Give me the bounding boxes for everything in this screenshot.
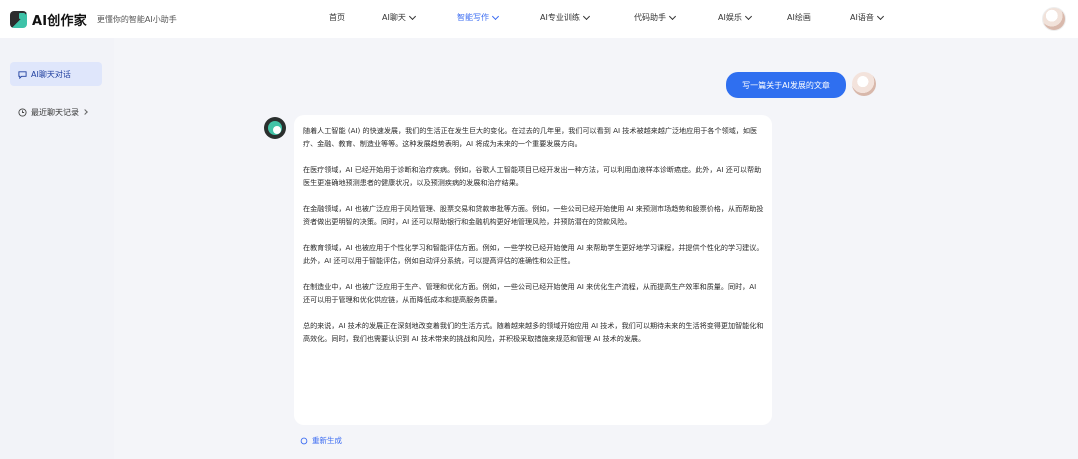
user-avatar[interactable]: [1042, 7, 1066, 31]
nav-label: AI绘画: [787, 13, 811, 22]
sidebar-item-ai-chat[interactable]: AI聊天对话: [10, 62, 102, 86]
sidebar-item-label: 最近聊天记录: [31, 107, 79, 117]
logo-slogan: 更懂你的智能AI小助手: [96, 14, 177, 24]
chevron-down-icon: [408, 12, 416, 21]
nav-ai-chat[interactable]: AI聊天: [382, 12, 416, 23]
sidebar-item-label: AI聊天对话: [31, 69, 71, 79]
nav-ai-training[interactable]: AI专业训练: [540, 12, 590, 23]
bot-paragraph: 在教育领域，AI 也被应用于个性化学习和智能评估方面。例如，一些学校已经开始使用…: [303, 243, 764, 265]
nav-label: AI娱乐: [718, 13, 742, 22]
nav-smart-writing[interactable]: 智能写作: [457, 12, 500, 23]
bot-paragraph: 总的来说，AI 技术的发展正在深刻地改变着我们的生活方式。随着越来越多的领域开始…: [303, 321, 764, 343]
user-message-text: 写一篇关于AI发展的文章: [742, 80, 830, 90]
chevron-down-icon: [582, 12, 590, 21]
bot-message-bubble: 随着人工智能 (AI) 的快速发展，我们的生活正在发生巨大的变化。在过去的几年里…: [294, 115, 772, 425]
regenerate-button[interactable]: 重新生成: [300, 435, 342, 446]
nav-code-assistant[interactable]: 代码助手: [634, 12, 677, 23]
nav-label: AI专业训练: [540, 13, 580, 22]
logo[interactable]: AI创作家 更懂你的智能AI小助手: [10, 10, 177, 29]
sidebar-item-recent-chats[interactable]: 最近聊天记录: [10, 100, 102, 124]
bot-avatar: [264, 117, 286, 139]
regenerate-label: 重新生成: [312, 436, 342, 445]
refresh-icon: [300, 437, 308, 444]
bot-paragraph: 在制造业中，AI 也被广泛应用于生产、管理和优化方面。例如，一些公司已经开始使用…: [303, 282, 757, 304]
nav-label: AI语音: [850, 13, 874, 22]
chat-bubble-icon: [18, 70, 27, 79]
logo-icon: [10, 10, 27, 28]
bot-paragraph: 随着人工智能 (AI) 的快速发展，我们的生活正在发生巨大的变化。在过去的几年里…: [303, 126, 758, 148]
nav-ai-entertainment[interactable]: AI娱乐: [718, 12, 752, 23]
nav-label: 代码助手: [634, 13, 666, 22]
user-message-avatar: [852, 72, 876, 96]
top-header: AI创作家 更懂你的智能AI小助手: [0, 0, 1078, 38]
user-message-bubble: 写一篇关于AI发展的文章: [726, 72, 846, 98]
bot-paragraph: 在医疗领域，AI 已经开始用于诊断和治疗疾病。例如，谷歌人工智能项目已经开发出一…: [303, 165, 762, 187]
chevron-down-icon: [491, 12, 500, 21]
sidebar: AI聊天对话 最近聊天记录: [0, 38, 114, 459]
clock-icon: [18, 107, 27, 117]
nav-ai-painting[interactable]: AI绘画: [787, 12, 811, 23]
nav-label: AI聊天: [382, 13, 406, 22]
chevron-down-icon: [744, 12, 752, 21]
nav-home[interactable]: 首页: [329, 12, 345, 23]
chevron-down-icon: [668, 12, 677, 21]
chevron-right-icon: [82, 109, 88, 115]
nav-ai-voice[interactable]: AI语音: [850, 12, 884, 23]
nav-label: 智能写作: [457, 13, 489, 22]
bot-paragraph: 在金融领域，AI 也被广泛应用于风险管理、股票交易和贷款审批等方面。例如，一些公…: [303, 204, 764, 226]
chevron-down-icon: [876, 12, 884, 21]
nav-label: 首页: [329, 13, 345, 22]
logo-name: AI创作家: [32, 13, 87, 29]
